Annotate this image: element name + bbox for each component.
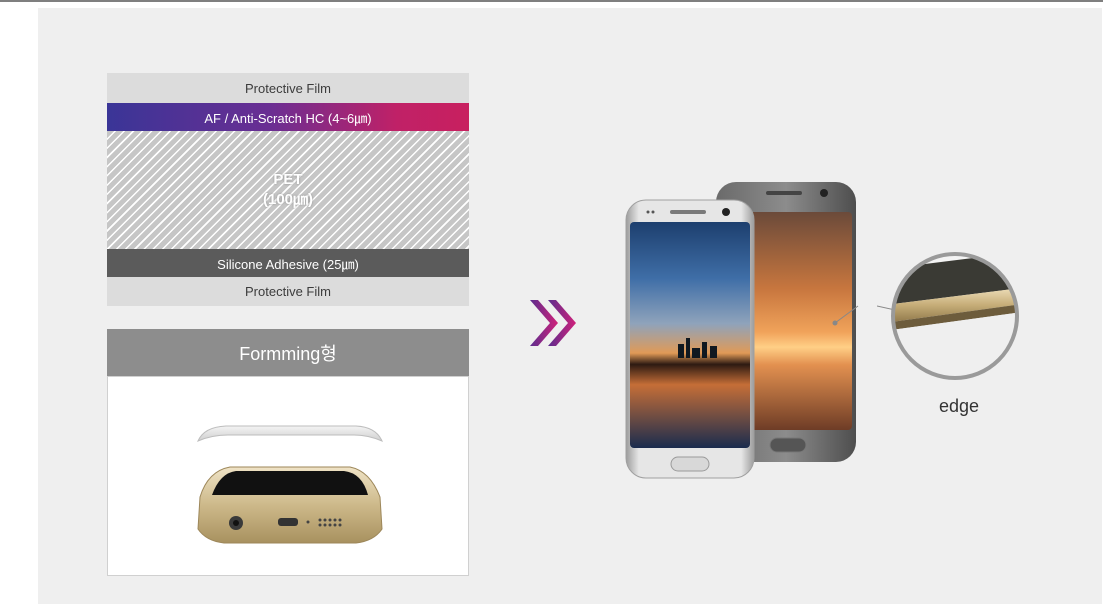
- layer-silicone-adhesive: Silicone Adhesive (25㎛): [107, 249, 469, 277]
- forming-type-header: Formming형: [107, 329, 469, 376]
- layer-label: Protective Film: [245, 80, 331, 96]
- phones-illustration: [625, 182, 859, 479]
- pet-name-label: PET: [273, 171, 303, 188]
- front-phone: [625, 199, 755, 479]
- double-chevron-right-icon: [530, 300, 576, 346]
- top-divider: [0, 0, 1103, 2]
- layer-protective-film-top: Protective Film: [107, 73, 469, 103]
- forming-type-title: Formming형: [239, 343, 337, 364]
- forming-illustration-panel: [107, 376, 469, 576]
- usb-port: [278, 518, 298, 526]
- layer-label: AF / Anti-Scratch HC (4~6㎛): [204, 110, 372, 126]
- phone-screen: [212, 471, 368, 495]
- pet-thickness-label: (100㎛): [262, 191, 314, 208]
- film-layer-stack: Protective Film AF / Anti-Scratch HC (4~…: [107, 73, 469, 306]
- layer-pet: PET (100㎛): [107, 131, 469, 249]
- layer-label: Protective Film: [245, 284, 331, 299]
- edge-label: edge: [938, 396, 980, 416]
- edge-magnifier: [877, 252, 1019, 380]
- layer-label: Silicone Adhesive (25㎛): [217, 256, 359, 272]
- curved-film: [197, 425, 383, 442]
- curved-film-phone-illustration: [197, 425, 383, 544]
- layer-protective-film-bottom: Protective Film: [107, 277, 469, 306]
- layer-af-hardcoat: AF / Anti-Scratch HC (4~6㎛): [107, 103, 469, 131]
